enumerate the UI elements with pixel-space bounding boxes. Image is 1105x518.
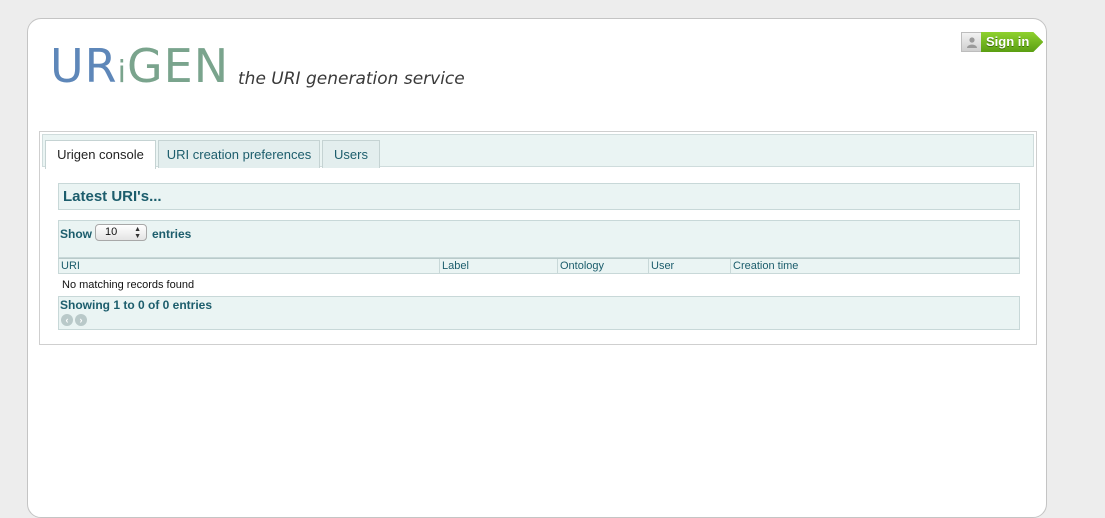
column-header-uri[interactable]: URI: [59, 259, 440, 273]
tab-users[interactable]: Users: [322, 140, 380, 168]
table-length-bar: Show 10 ▲ ▼ entries: [58, 220, 1020, 258]
user-icon: [961, 32, 981, 52]
tab-uri-creation-preferences[interactable]: URI creation preferences: [158, 140, 320, 168]
urigen-logo: URiGEN: [50, 41, 229, 98]
table-info: Showing 1 to 0 of 0 entries: [60, 298, 213, 312]
page-container: URiGEN the URI generation service Sign i…: [27, 18, 1047, 518]
tagline: the URI generation service: [238, 69, 465, 89]
tab-bar: Urigen console URI creation preferences …: [42, 134, 1034, 169]
column-header-creation-time[interactable]: Creation time: [731, 259, 1019, 273]
entries-select[interactable]: 10 ▲ ▼: [95, 224, 147, 241]
entries-label: entries: [152, 227, 192, 241]
signin-button[interactable]: Sign in: [961, 32, 1043, 52]
logo-i: i: [117, 55, 127, 90]
column-header-label[interactable]: Label: [440, 259, 558, 273]
select-arrows-icon: ▲ ▼: [134, 226, 141, 240]
empty-table-message: No matching records found: [62, 279, 195, 291]
table-footer: Showing 1 to 0 of 0 entries ‹ ›: [58, 296, 1020, 330]
table-header: URI Label Ontology User Creation time: [58, 258, 1020, 274]
arrow-right-icon[interactable]: ›: [75, 314, 87, 326]
logo-gen: GEN: [126, 39, 230, 93]
logo-ur: UR: [50, 39, 118, 93]
arrow-left-icon[interactable]: ‹: [61, 314, 73, 326]
column-header-ontology[interactable]: Ontology: [558, 259, 649, 273]
latest-uris-heading: Latest URI's...: [58, 183, 1020, 210]
tab-urigen-console[interactable]: Urigen console: [45, 140, 156, 169]
column-header-user[interactable]: User: [649, 259, 731, 273]
signin-label: Sign in: [981, 32, 1043, 52]
pagination: ‹ ›: [61, 314, 87, 326]
show-label: Show: [60, 227, 92, 241]
entries-select-value: 10: [105, 226, 118, 238]
